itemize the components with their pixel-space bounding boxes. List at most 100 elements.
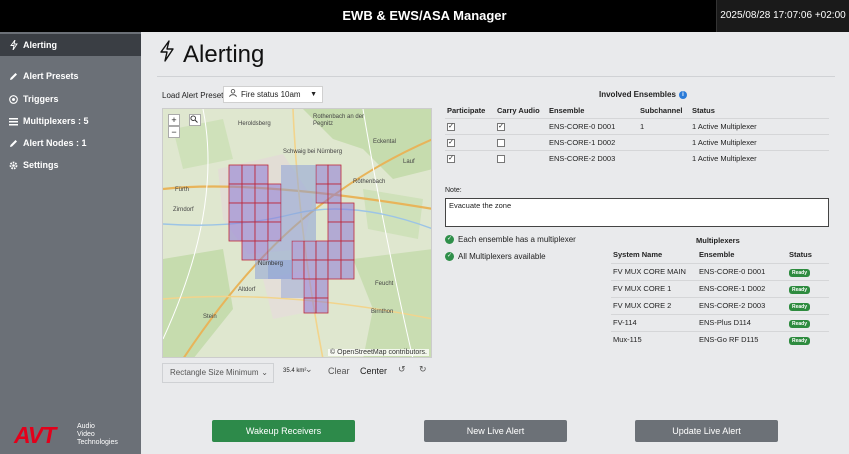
note-textarea[interactable]: Evacuate the zone xyxy=(445,198,829,227)
sidebar-item-label: Alert Presets xyxy=(23,71,79,81)
check-circle-icon: ✓ xyxy=(445,235,454,244)
rotate-right-icon[interactable]: ↻ xyxy=(419,364,427,375)
map-canvas xyxy=(163,109,431,357)
rotate-left-icon[interactable]: ↺ xyxy=(398,364,406,375)
check-status: ✓ All Multiplexers available xyxy=(445,252,546,261)
sidebar-item-label: Settings xyxy=(23,160,59,170)
info-icon[interactable]: i xyxy=(678,90,687,99)
title-divider xyxy=(157,76,835,77)
ensembles-heading: Involved Ensembles i xyxy=(599,90,687,99)
sidebar-item-alert-presets[interactable]: Alert Presets xyxy=(0,65,141,87)
table-row: Mux-115 ENS-Go RF D115 Ready xyxy=(611,330,829,348)
bolt-icon xyxy=(159,40,175,69)
logo-text: Audio Video Technologies xyxy=(77,423,118,446)
column-header: System Name xyxy=(613,250,663,260)
caret-down-icon: ▼ xyxy=(310,91,317,98)
status-badge: Ready xyxy=(789,336,811,345)
map-label: Eckental xyxy=(373,139,397,145)
sidebar: Alerting Alert Presets Triggers Multiple… xyxy=(0,32,141,454)
clear-button[interactable]: Clear xyxy=(328,366,350,376)
sidebar-item-label: Alerting xyxy=(23,40,58,50)
edit-icon xyxy=(9,72,18,81)
main-content: Alerting Load Alert Preset: Fire status … xyxy=(141,32,849,454)
update-live-alert-button[interactable]: Update Live Alert xyxy=(635,420,778,442)
new-live-alert-button[interactable]: New Live Alert xyxy=(424,420,567,442)
chevron-down-icon: ⌄ xyxy=(261,368,268,377)
logo-brand: AVT xyxy=(14,422,56,448)
map-tools: Rectangle Size Minimum ⌄ 35.4 km² ⌄ Clea… xyxy=(162,363,442,383)
map-label: Zirndorf xyxy=(173,207,194,213)
table-row: FV MUX CORE MAIN ENS-CORE-0 D001 Ready xyxy=(611,262,829,280)
wakeup-receivers-button[interactable]: Wakeup Receivers xyxy=(212,420,355,442)
table-row: FV-114 ENS-Plus D114 Ready xyxy=(611,313,829,331)
edit-icon xyxy=(9,139,18,148)
bolt-icon xyxy=(9,40,18,50)
carry-audio-checkbox[interactable]: ✓ xyxy=(497,122,505,131)
sidebar-item-label: Alert Nodes : 1 xyxy=(23,138,87,148)
zoom-box-button[interactable] xyxy=(189,114,201,126)
sidebar-item-label: Triggers xyxy=(23,94,59,104)
rectangle-size-select[interactable]: Rectangle Size Minimum ⌄ xyxy=(162,363,274,383)
carry-audio-checkbox[interactable] xyxy=(497,154,505,163)
column-header: Ensemble xyxy=(699,250,735,260)
map-label: Nürnberg xyxy=(258,261,284,267)
map-label: Altdorf xyxy=(238,287,256,293)
sidebar-item-alerting[interactable]: Alerting xyxy=(0,34,141,56)
participate-checkbox[interactable]: ✓ xyxy=(447,154,455,163)
sidebar-item-label: Multiplexers : 5 xyxy=(23,116,89,126)
top-bar: EWB & EWS/ASA Manager 2025/08/28 17:07:0… xyxy=(0,0,849,32)
map-label: Stein xyxy=(203,314,217,320)
column-header: Participate xyxy=(447,106,486,116)
sidebar-item-alert-nodes[interactable]: Alert Nodes : 1 xyxy=(0,132,141,154)
target-icon xyxy=(9,94,18,104)
list-icon xyxy=(9,117,18,126)
user-icon xyxy=(229,87,237,102)
magnifier-icon xyxy=(190,115,198,123)
column-header: Status xyxy=(789,250,812,260)
center-button[interactable]: Center xyxy=(360,366,387,376)
map-label: Schwaig bei Nürnberg xyxy=(283,149,343,155)
sidebar-item-multiplexers[interactable]: Multiplexers : 5 xyxy=(0,110,141,132)
status-badge: Ready xyxy=(789,268,811,277)
column-header: Ensemble xyxy=(549,106,585,116)
status-badge: Ready xyxy=(789,302,811,311)
table-row: FV MUX CORE 2 ENS-CORE-2 D003 Ready xyxy=(611,296,829,314)
area-value: 35.4 km² xyxy=(283,368,307,374)
table-row: ✓ ENS-CORE-2 D003 1 Active Multiplexer xyxy=(445,149,829,166)
page-title: Alerting xyxy=(159,40,264,69)
zoom-out-button[interactable]: − xyxy=(168,126,180,138)
sidebar-item-triggers[interactable]: Triggers xyxy=(0,88,141,110)
map-label: Heroldsberg xyxy=(238,121,271,127)
column-header: Status xyxy=(692,106,715,116)
column-header: Subchannel xyxy=(640,106,683,116)
table-row: ✓ ENS-CORE-1 D002 1 Active Multiplexer xyxy=(445,133,829,150)
area-chevron-down-icon[interactable]: ⌄ xyxy=(305,364,313,375)
preset-select[interactable]: Fire status 10am ▼ xyxy=(223,86,323,103)
preset-label: Load Alert Preset: xyxy=(162,91,226,100)
table-row: ✓ ✓ ENS-CORE-0 D001 1 1 Active Multiplex… xyxy=(445,117,829,134)
multiplexers-heading: Multiplexers xyxy=(696,236,740,245)
zoom-in-button[interactable]: + xyxy=(168,114,180,126)
note-label: Note: xyxy=(445,187,462,194)
carry-audio-checkbox[interactable] xyxy=(497,138,505,147)
map-label: Fürth xyxy=(175,187,190,193)
map[interactable]: Rothenbach an der Pegnitz Schwaig bei Nü… xyxy=(162,108,432,358)
map-label: Röthenbach xyxy=(353,179,386,185)
map-label: Lauf xyxy=(403,159,415,165)
map-label: Feucht xyxy=(375,281,394,287)
check-circle-icon: ✓ xyxy=(445,252,454,261)
check-status: ✓ Each ensemble has a multiplexer xyxy=(445,235,576,244)
participate-checkbox[interactable]: ✓ xyxy=(447,122,455,131)
sidebar-item-settings[interactable]: Settings xyxy=(0,154,141,176)
table-row: FV MUX CORE 1 ENS-CORE-1 D002 Ready xyxy=(611,279,829,297)
multiplexers-table: System Name Ensemble Status FV MUX CORE … xyxy=(611,247,829,348)
status-badge: Ready xyxy=(789,319,811,328)
company-logo: AVT Audio Video Technologies xyxy=(14,422,134,450)
participate-checkbox[interactable]: ✓ xyxy=(447,138,455,147)
status-badge: Ready xyxy=(789,285,811,294)
map-attribution: © OpenStreetMap contributors. xyxy=(328,349,429,356)
gear-icon xyxy=(9,161,18,170)
ensembles-table: Participate Carry Audio Ensemble Subchan… xyxy=(445,104,829,166)
map-label: Rothenbach an der Pegnitz xyxy=(313,114,365,127)
column-header: Carry Audio xyxy=(497,106,540,116)
